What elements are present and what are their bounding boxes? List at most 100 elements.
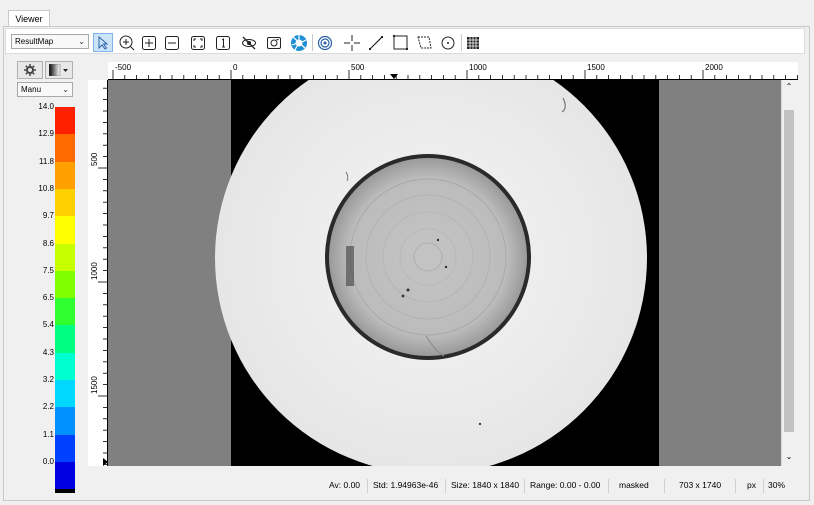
snapshot-icon [267, 36, 281, 49]
ruler-y-label: 500 [90, 152, 99, 166]
status-average: Av: 0.00 [329, 480, 361, 490]
status-unit: px [747, 480, 756, 490]
zoom-in-icon [119, 35, 134, 51]
fit-icon [191, 35, 205, 50]
status-separator [524, 479, 525, 493]
sample-image [108, 80, 781, 466]
colormap-gradient-button[interactable] [45, 61, 73, 79]
colormap-settings-button[interactable] [17, 61, 43, 79]
snapshot-button[interactable] [264, 33, 284, 52]
specimen-dot [401, 294, 405, 298]
colorbar-tick-label: 9.7 [42, 211, 54, 221]
colorbar-tick-label: 0.0 [42, 456, 54, 466]
crosshair-button[interactable] [342, 33, 362, 52]
scrollbar-thumb[interactable] [784, 110, 794, 432]
line-icon [369, 35, 383, 50]
status-zoom: 30% [768, 480, 786, 490]
grid-icon [467, 36, 479, 49]
colorbar-segment [55, 270, 75, 299]
colorbar-tick-label: 4.3 [42, 347, 54, 357]
colorbar-tick-label: 10.8 [38, 183, 54, 193]
chevron-down-icon: ⌄ [62, 85, 69, 94]
ruler-y-label: 1500 [90, 376, 99, 394]
horizontal-ruler: -500 0 500 1000 1500 2000 [108, 62, 798, 80]
specimen-dot [478, 422, 482, 426]
colorbar-tick-label: 6.5 [42, 293, 54, 303]
ruler-x-label: 1000 [469, 63, 487, 72]
scale-mode-select[interactable]: Manu ⌄ [17, 82, 73, 97]
circle-tool-button[interactable] [438, 33, 458, 52]
ruler-x-label: 0 [233, 63, 238, 72]
colorbar [55, 107, 75, 494]
hide-icon [242, 36, 256, 49]
profile-button[interactable] [315, 33, 335, 52]
colorbar-tick-label: 8.6 [42, 238, 54, 248]
toolbar-separator [312, 34, 313, 51]
zoom-in-button[interactable] [116, 33, 136, 52]
chevron-down-icon: ⌄ [78, 37, 85, 46]
line-tool-button[interactable] [366, 33, 386, 52]
vertical-ruler: 500 1000 1500 [88, 80, 108, 466]
colorbar-segment [55, 380, 75, 408]
colorbar-segment [55, 243, 75, 272]
colorbar-tick-label: 12.9 [38, 129, 54, 139]
one-to-one-icon [216, 35, 230, 50]
colorbar-segment [55, 134, 75, 163]
dish-label-mark [346, 246, 354, 286]
collapse-button[interactable] [162, 33, 182, 52]
ruler-x-label: 500 [351, 63, 365, 72]
scroll-up-arrow-icon[interactable]: ⌃ [784, 82, 794, 92]
expand-icon [142, 35, 156, 50]
aperture-button[interactable] [289, 33, 309, 52]
result-map-select[interactable]: ResultMap ⌄ [11, 34, 89, 49]
scroll-down-arrow-icon[interactable]: ⌄ [784, 452, 794, 462]
viewer-window: Viewer ResultMap ⌄ Manu ⌄ 14.0 12.9 11.8… [0, 0, 814, 505]
colorbar-segment [55, 107, 75, 135]
collapse-icon [165, 35, 179, 50]
polygon-tool-button[interactable] [414, 33, 434, 52]
colorbar-segment [55, 188, 75, 217]
status-separator [763, 479, 764, 493]
colorbar-segment [55, 161, 75, 190]
toolbar: ResultMap ⌄ [5, 28, 805, 54]
rectangle-tool-button[interactable] [390, 33, 410, 52]
status-cursor-position: 703 x 1740 [679, 480, 722, 490]
colorbar-tick-label: 11.8 [39, 156, 54, 166]
ruler-x-label: 1500 [587, 63, 605, 72]
colorbar-segment [55, 352, 75, 381]
toolbar-separator [461, 34, 462, 51]
image-viewport[interactable] [108, 80, 781, 466]
colorbar-tick-label: 3.2 [42, 375, 54, 384]
ruler-y-label: 1000 [90, 262, 99, 280]
one-to-one-button[interactable] [213, 33, 233, 52]
gear-icon [24, 64, 36, 76]
colorbar-segment [55, 434, 75, 463]
hide-overlay-button[interactable] [239, 33, 259, 52]
status-size: Size: 1840 x 1840 [451, 480, 520, 490]
grid-button[interactable] [463, 33, 483, 52]
polygon-icon [416, 36, 432, 49]
aperture-icon [291, 34, 307, 51]
colorbar-segment [55, 325, 75, 354]
status-range: Range: 0.00 - 0.00 [530, 480, 601, 490]
colorbar-tick-label: 5.4 [42, 320, 54, 330]
status-bar: Av: 0.00 Std: 1.94963e-46 Size: 1840 x 1… [5, 476, 803, 496]
circle-icon [441, 36, 455, 49]
status-masked: masked [619, 480, 649, 490]
profile-icon [317, 35, 333, 50]
pointer-tool-button[interactable] [93, 33, 113, 52]
scale-mode-select-value: Manu [21, 85, 42, 94]
status-separator [735, 479, 736, 493]
status-separator [608, 479, 609, 493]
colorbar-tick-label: 7.5 [42, 265, 54, 275]
expand-button[interactable] [139, 33, 159, 52]
vertical-scrollbar[interactable]: ⌃ ⌄ [781, 80, 795, 466]
specimen-dot [444, 265, 448, 269]
ruler-x-label: 2000 [705, 63, 723, 72]
crosshair-icon [344, 34, 360, 51]
fit-to-window-button[interactable] [188, 33, 208, 52]
tab-viewer[interactable]: Viewer [8, 10, 50, 27]
pointer-icon [98, 35, 109, 50]
colorbar-tick-label: 14.0 [38, 102, 54, 111]
gradient-icon [49, 64, 68, 76]
